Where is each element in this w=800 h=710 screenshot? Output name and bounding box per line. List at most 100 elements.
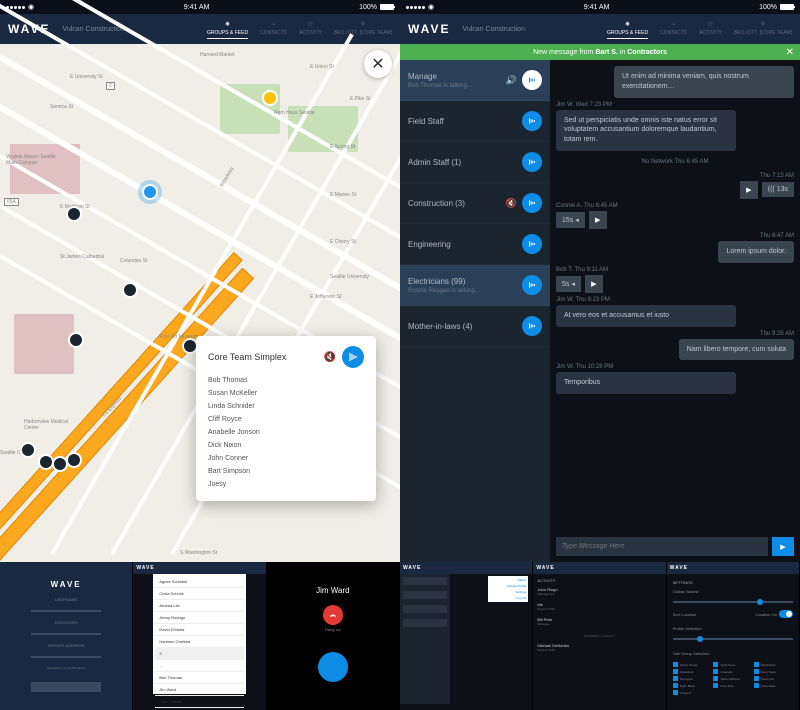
thumb-activity[interactable]: WAVE ACTIVITY John RingoManagementMeSupp… [533,562,666,710]
play-button[interactable]: ▶ [740,181,758,199]
popup-member[interactable]: Bob Thomas [208,374,364,387]
volume-slider[interactable] [673,601,793,603]
ptt-button[interactable] [522,193,542,213]
tab-groups-feed[interactable]: ◉GROUPS & FEED [607,19,648,39]
map-pin[interactable] [262,90,278,106]
thumb-call[interactable]: Jim Ward Hang Up [267,562,400,710]
popup-member[interactable]: Dick Nixon [208,439,364,452]
thumb-login[interactable]: WAVE USERNAME PASSWORD SERVER ADDRESS Re… [0,562,133,710]
contact-item[interactable]: Jim Ward [155,684,243,696]
tab-contacts[interactable]: ☺CONTACTS [260,19,287,39]
contact-item[interactable]: Jenny Rodrigo [155,612,243,624]
contact-item[interactable]: Andrea List [155,600,243,612]
checkbox-item[interactable]: Tech Force [713,662,752,667]
play-button[interactable]: ▶ [589,211,607,229]
contact-item[interactable]: Agnes Schlobel [155,576,243,588]
popup-member[interactable]: Cliff Royce [208,413,364,426]
checkbox-item[interactable]: Team Rubicon [713,676,752,681]
status-bar: ◉ 9:41 AM 100% [400,0,800,14]
notification-banner[interactable]: New message from Bart S. in Contractors … [400,44,800,60]
play-button[interactable]: ▶ [585,275,603,293]
group-item[interactable]: Mother-in-laws (4) [400,306,550,347]
send-button[interactable]: ▶ [772,537,794,556]
map-pin-user[interactable] [142,184,158,200]
checkbox-item[interactable]: Team Basic [673,683,712,688]
activity-item[interactable]: John RingoManagement [537,587,661,599]
map-pin[interactable] [20,442,36,458]
checkbox-item[interactable]: Cleaners [713,669,752,674]
close-button[interactable]: ✕ [364,50,392,78]
activity-icon: ◷ [305,19,315,29]
thumb-contacts[interactable]: WAVE Agnes SchlobelCintia SchnitzAndrea … [133,562,266,710]
popup-member[interactable]: Linda Schnider [208,400,364,413]
activity-item[interactable]: THURSDAY, AUGUST 7 [537,632,661,640]
contact-item[interactable]: … [155,660,243,672]
ptt-button[interactable] [342,346,364,368]
thumb-groups[interactable]: WAVE Status Change Profile Settings Log … [400,562,533,710]
signin-button[interactable] [31,682,101,692]
ptt-button[interactable] [522,275,542,295]
popup-member[interactable]: John Conner [208,452,364,465]
org-name: Vulcan Construction [62,26,124,33]
contact-item[interactable]: Cintia Schnitz [155,588,243,600]
dropdown-menu[interactable]: Status Change Profile Settings Log Out [488,576,528,602]
speaker-icon[interactable]: 🔊 [506,75,517,86]
popup-member[interactable]: Anabelle Jonson [208,426,364,439]
contact-item[interactable]: Harrison Chelsea [155,636,243,648]
ptt-button[interactable] [522,234,542,254]
map-pin[interactable] [66,452,82,468]
checkbox-item[interactable]: Inspectors [673,669,712,674]
group-item[interactable]: Construction (3)🔇 [400,183,550,224]
map-pin[interactable] [68,332,84,348]
map-pin[interactable] [66,206,82,222]
map-pin[interactable] [122,282,138,298]
ptt-button[interactable] [522,316,542,336]
checkbox-item[interactable]: Group F [673,690,712,695]
end-call-button[interactable] [323,605,343,625]
checkbox-item[interactable]: Field Desk [754,662,793,667]
tab-user[interactable]: ⚙BELLIOTT, [CORE TEAM] [734,19,792,39]
activity-item[interactable]: Bill ParkMessage [537,617,661,629]
tab-groups-feed[interactable]: ◉GROUPS & FEED [207,19,248,39]
checkbox-item[interactable]: Core Team [754,683,793,688]
ptt-button[interactable] [318,652,348,682]
group-item[interactable]: Admin Staff (1) [400,142,550,183]
popup-member[interactable]: Susan McKeller [208,387,364,400]
mute-icon[interactable]: 🔇 [506,198,517,209]
thumb-settings[interactable]: WAVE SETTINGS Global Volume Sort Locatio… [667,562,800,710]
message-bubble: Sed ut perspiciatis unde omnis iste natu… [556,110,736,151]
checkbox-item[interactable]: Core Team [754,669,793,674]
close-icon: ✕ [371,54,384,74]
wifi-icon: ◉ [28,3,34,11]
chat-feed[interactable]: Ut enim ad minima veniam, quis nostrum e… [550,60,800,562]
chat-message: Ut enim ad minima veniam, quis nostrum e… [556,66,794,98]
location-toggle[interactable] [779,610,793,618]
message-input[interactable] [556,537,768,556]
group-item[interactable]: Electricians (99)Ronnie Reagan is talkin… [400,265,550,306]
contact-item[interactable]: Colin Lipswit [155,696,243,708]
mute-icon[interactable]: 🔇 [324,352,336,363]
checkbox-item[interactable]: Core One [713,683,752,688]
banner-close-icon[interactable]: ✕ [786,47,794,58]
ptt-button[interactable] [522,152,542,172]
checkbox-item[interactable]: Field Unit [754,676,793,681]
popup-member[interactable]: Joesy [208,478,364,491]
send-icon: ▶ [780,543,785,551]
group-item[interactable]: Field Staff [400,101,550,142]
tab-user[interactable]: ⚙BELLIOTT, [CORE TEAM] [334,19,392,39]
ptt-button[interactable] [522,111,542,131]
contact-item[interactable]: David D'Maria [155,624,243,636]
contact-item[interactable]: Bob Thomas [155,672,243,684]
tab-activity[interactable]: ◷ACTIVITY [699,19,722,39]
activity-item[interactable]: Michael DeBonitaSupport Staff [537,643,661,655]
activity-item[interactable]: MeSupport Staff [537,602,661,614]
checkbox-item[interactable]: Surveyors [673,676,712,681]
tab-activity[interactable]: ◷ACTIVITY [299,19,322,39]
group-item[interactable]: Engineering [400,224,550,265]
status-bar: ◉ 9:41 AM 100% [0,0,400,14]
ptt-button[interactable] [522,70,542,90]
popup-member[interactable]: Bart Simpson [208,465,364,478]
tab-contacts[interactable]: ☺CONTACTS [660,19,687,39]
checkbox-item[interactable]: Admin Group [673,662,712,667]
group-item[interactable]: ManageBob Thomas is talking…🔊 [400,60,550,101]
